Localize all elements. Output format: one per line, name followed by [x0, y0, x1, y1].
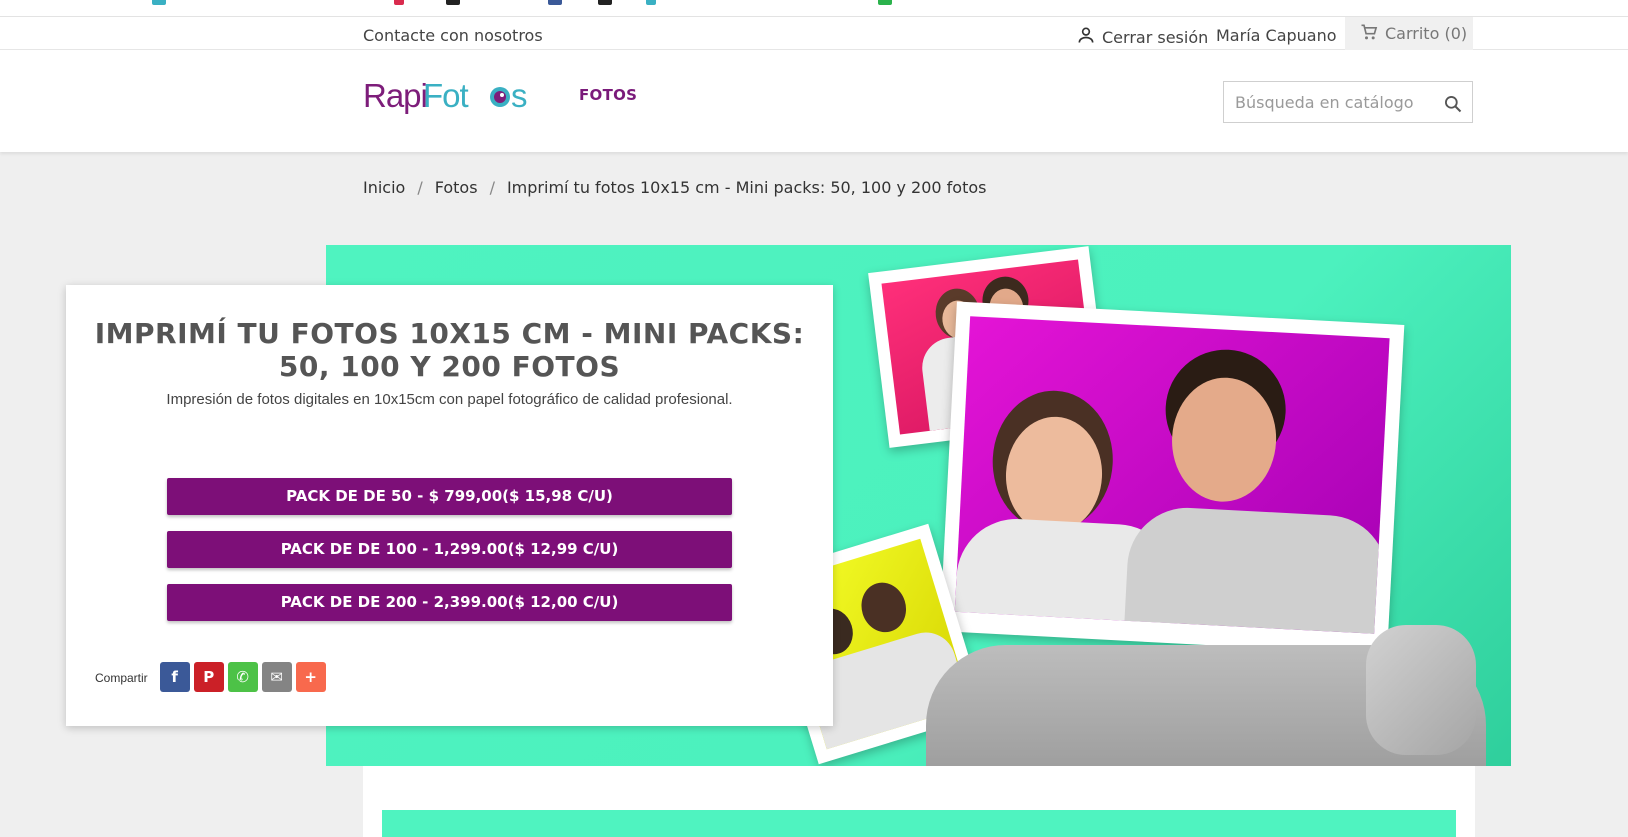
user-icon — [1076, 25, 1096, 49]
strip-icon — [394, 0, 404, 5]
breadcrumb-current: Imprimí tu fotos 10x15 cm - Mini packs: … — [506, 178, 987, 197]
pinterest-share-button[interactable]: P — [193, 662, 224, 692]
lower-banner-preview — [382, 810, 1456, 837]
svg-text:Fot: Fot — [423, 77, 469, 114]
logout-link[interactable]: Cerrar sesión — [1076, 25, 1208, 49]
email-share-button[interactable]: ✉ — [261, 662, 292, 692]
pack-100-button[interactable]: PACK DE DE 100 - 1,299.00($ 12,99 C/U) — [167, 531, 732, 568]
site-header: Rapi Fot s FOTOS — [0, 50, 1628, 152]
whatsapp-share-button[interactable]: ✆ — [227, 662, 258, 692]
cart-label: Carrito (0) — [1385, 24, 1468, 43]
nav-item-fotos[interactable]: FOTOS — [579, 86, 637, 104]
logout-label: Cerrar sesión — [1102, 27, 1209, 47]
strip-icon — [152, 0, 166, 5]
hero-hand-area — [1366, 625, 1476, 755]
facebook-icon: f — [171, 668, 178, 686]
strip-icon — [598, 0, 612, 5]
svg-text:Rapi: Rapi — [363, 77, 427, 114]
breadcrumb-separator: / — [489, 178, 495, 197]
top-social-strip — [0, 0, 1628, 17]
search-icon[interactable] — [1443, 94, 1463, 119]
strip-icon — [446, 0, 460, 5]
strip-icon — [646, 0, 656, 5]
breadcrumb-separator: / — [417, 178, 423, 197]
product-card: IMPRIMÍ TU FOTOS 10X15 CM - MINI PACKS: … — [66, 285, 833, 726]
share-label: Compartir — [95, 671, 148, 685]
svg-text:s: s — [511, 77, 528, 114]
share-bar: Compartir f P ✆ ✉ + — [95, 662, 330, 692]
pinterest-icon: P — [203, 668, 215, 686]
pack-200-button[interactable]: PACK DE DE 200 - 2,399.00($ 12,00 C/U) — [167, 584, 732, 621]
cart-icon — [1359, 22, 1379, 46]
pack-50-button[interactable]: PACK DE DE 50 - $ 799,00($ 15,98 C/U) — [167, 478, 732, 515]
email-icon: ✉ — [270, 668, 283, 686]
account-name-link[interactable]: María Capuano — [1216, 26, 1337, 45]
rapifotos-logo[interactable]: Rapi Fot s — [363, 76, 528, 116]
whatsapp-icon: ✆ — [236, 668, 249, 686]
search-input[interactable] — [1224, 82, 1434, 122]
product-subtitle: Impresión de fotos digitales en 10x15cm … — [166, 391, 733, 408]
facebook-share-button[interactable]: f — [159, 662, 190, 692]
user-bar: Contacte con nosotros Cerrar sesión Marí… — [0, 17, 1628, 50]
strip-icon — [548, 0, 562, 5]
breadcrumb-inicio[interactable]: Inicio — [363, 178, 405, 197]
hero-photo-main — [939, 301, 1405, 655]
breadcrumb-fotos[interactable]: Fotos — [435, 178, 478, 197]
more-share-button[interactable]: + — [295, 662, 326, 692]
contact-link[interactable]: Contacte con nosotros — [363, 26, 543, 45]
cart-button[interactable]: Carrito (0) — [1345, 17, 1473, 50]
more-icon: + — [304, 668, 317, 686]
breadcrumb: Inicio / Fotos / Imprimí tu fotos 10x15 … — [363, 178, 986, 197]
catalog-search — [1223, 81, 1473, 123]
product-title: IMPRIMÍ TU FOTOS 10X15 CM - MINI PACKS: … — [94, 317, 805, 383]
strip-icon — [878, 0, 892, 5]
